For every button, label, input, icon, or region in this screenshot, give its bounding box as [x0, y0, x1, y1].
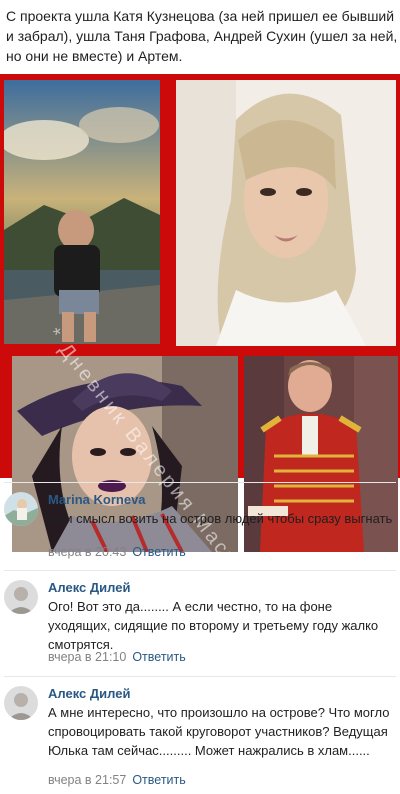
- photo-blonde-girl[interactable]: [176, 80, 396, 346]
- comment-text: А мне интересно, что произошло на остров…: [48, 705, 390, 758]
- comment-time[interactable]: вчера в 20:43: [48, 545, 126, 559]
- comment-text: ну и смысл возить на остров людей чтобы …: [48, 511, 393, 526]
- photo-man-on-boat[interactable]: [4, 80, 160, 344]
- comment-author[interactable]: Алекс Дилей: [48, 580, 130, 595]
- comment-meta: вчера в 21:57 Ответить: [48, 773, 186, 787]
- comment-divider: [4, 676, 396, 677]
- reply-link[interactable]: Ответить: [132, 650, 185, 664]
- reply-link[interactable]: Ответить: [132, 545, 185, 559]
- photo-collage[interactable]: * Дневник Валерия Мастерко *: [0, 74, 400, 628]
- comment-divider: [4, 570, 396, 571]
- comment-time[interactable]: вчера в 21:10: [48, 650, 126, 664]
- comment-meta: вчера в 21:10 Ответить: [48, 650, 186, 664]
- comment-time[interactable]: вчера в 21:57: [48, 773, 126, 787]
- comment-text: Ого! Вот это да........ А если честно, т…: [48, 599, 379, 652]
- avatar[interactable]: [4, 580, 38, 614]
- avatar[interactable]: [4, 492, 38, 526]
- comment-meta: вчера в 20:43 Ответить: [48, 545, 186, 559]
- post-text: С проекта ушла Катя Кузнецова (за ней пр…: [6, 8, 398, 64]
- reply-link[interactable]: Ответить: [132, 773, 185, 787]
- comment-author[interactable]: Алекс Дилей: [48, 686, 130, 701]
- comment-author[interactable]: Marina Korneva: [48, 492, 146, 507]
- comment-divider: [4, 482, 396, 483]
- avatar[interactable]: [4, 686, 38, 720]
